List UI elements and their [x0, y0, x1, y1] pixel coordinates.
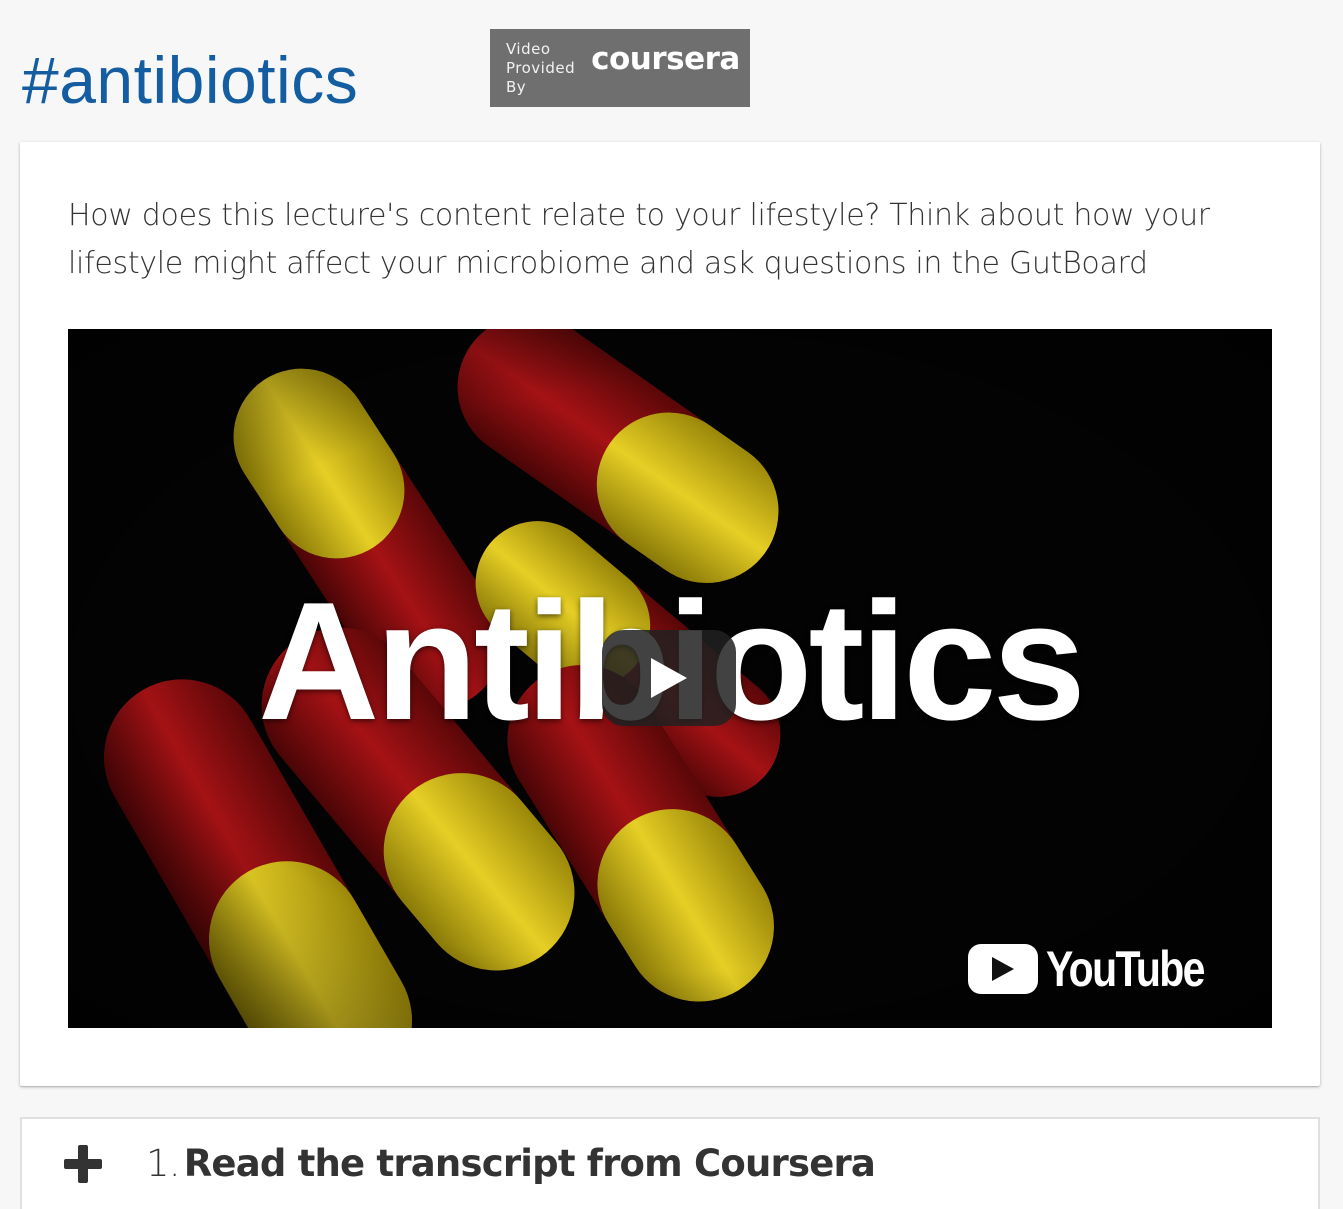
accordion-label: Read the transcript from Coursera: [183, 1142, 876, 1185]
youtube-play-icon: [967, 944, 1038, 994]
accordion-number: 1.: [146, 1142, 180, 1185]
page-title: #antibiotics: [22, 43, 359, 117]
youtube-wordmark: YouTube: [1045, 941, 1205, 997]
transcript-accordion[interactable]: 1. Read the transcript from Coursera: [20, 1117, 1320, 1209]
badge-line-video: Video: [506, 39, 551, 58]
plus-icon[interactable]: [64, 1145, 102, 1183]
play-icon: [651, 658, 687, 698]
video-player[interactable]: Antibiotics YouTube: [68, 329, 1272, 1028]
coursera-logo: coursera: [591, 41, 740, 77]
lecture-card: How does this lecture's content relate t…: [20, 142, 1320, 1086]
badge-line-provided: Provided: [506, 58, 576, 77]
accordion-title[interactable]: 1. Read the transcript from Coursera: [146, 1142, 876, 1185]
play-button[interactable]: [602, 630, 736, 726]
lecture-prompt: How does this lecture's content relate t…: [68, 198, 1210, 281]
youtube-logo[interactable]: YouTube: [967, 940, 1238, 998]
coursera-badge[interactable]: Video Provided By coursera: [490, 29, 750, 107]
badge-caption: Video Provided By: [506, 40, 575, 97]
badge-line-by: By: [506, 77, 527, 96]
